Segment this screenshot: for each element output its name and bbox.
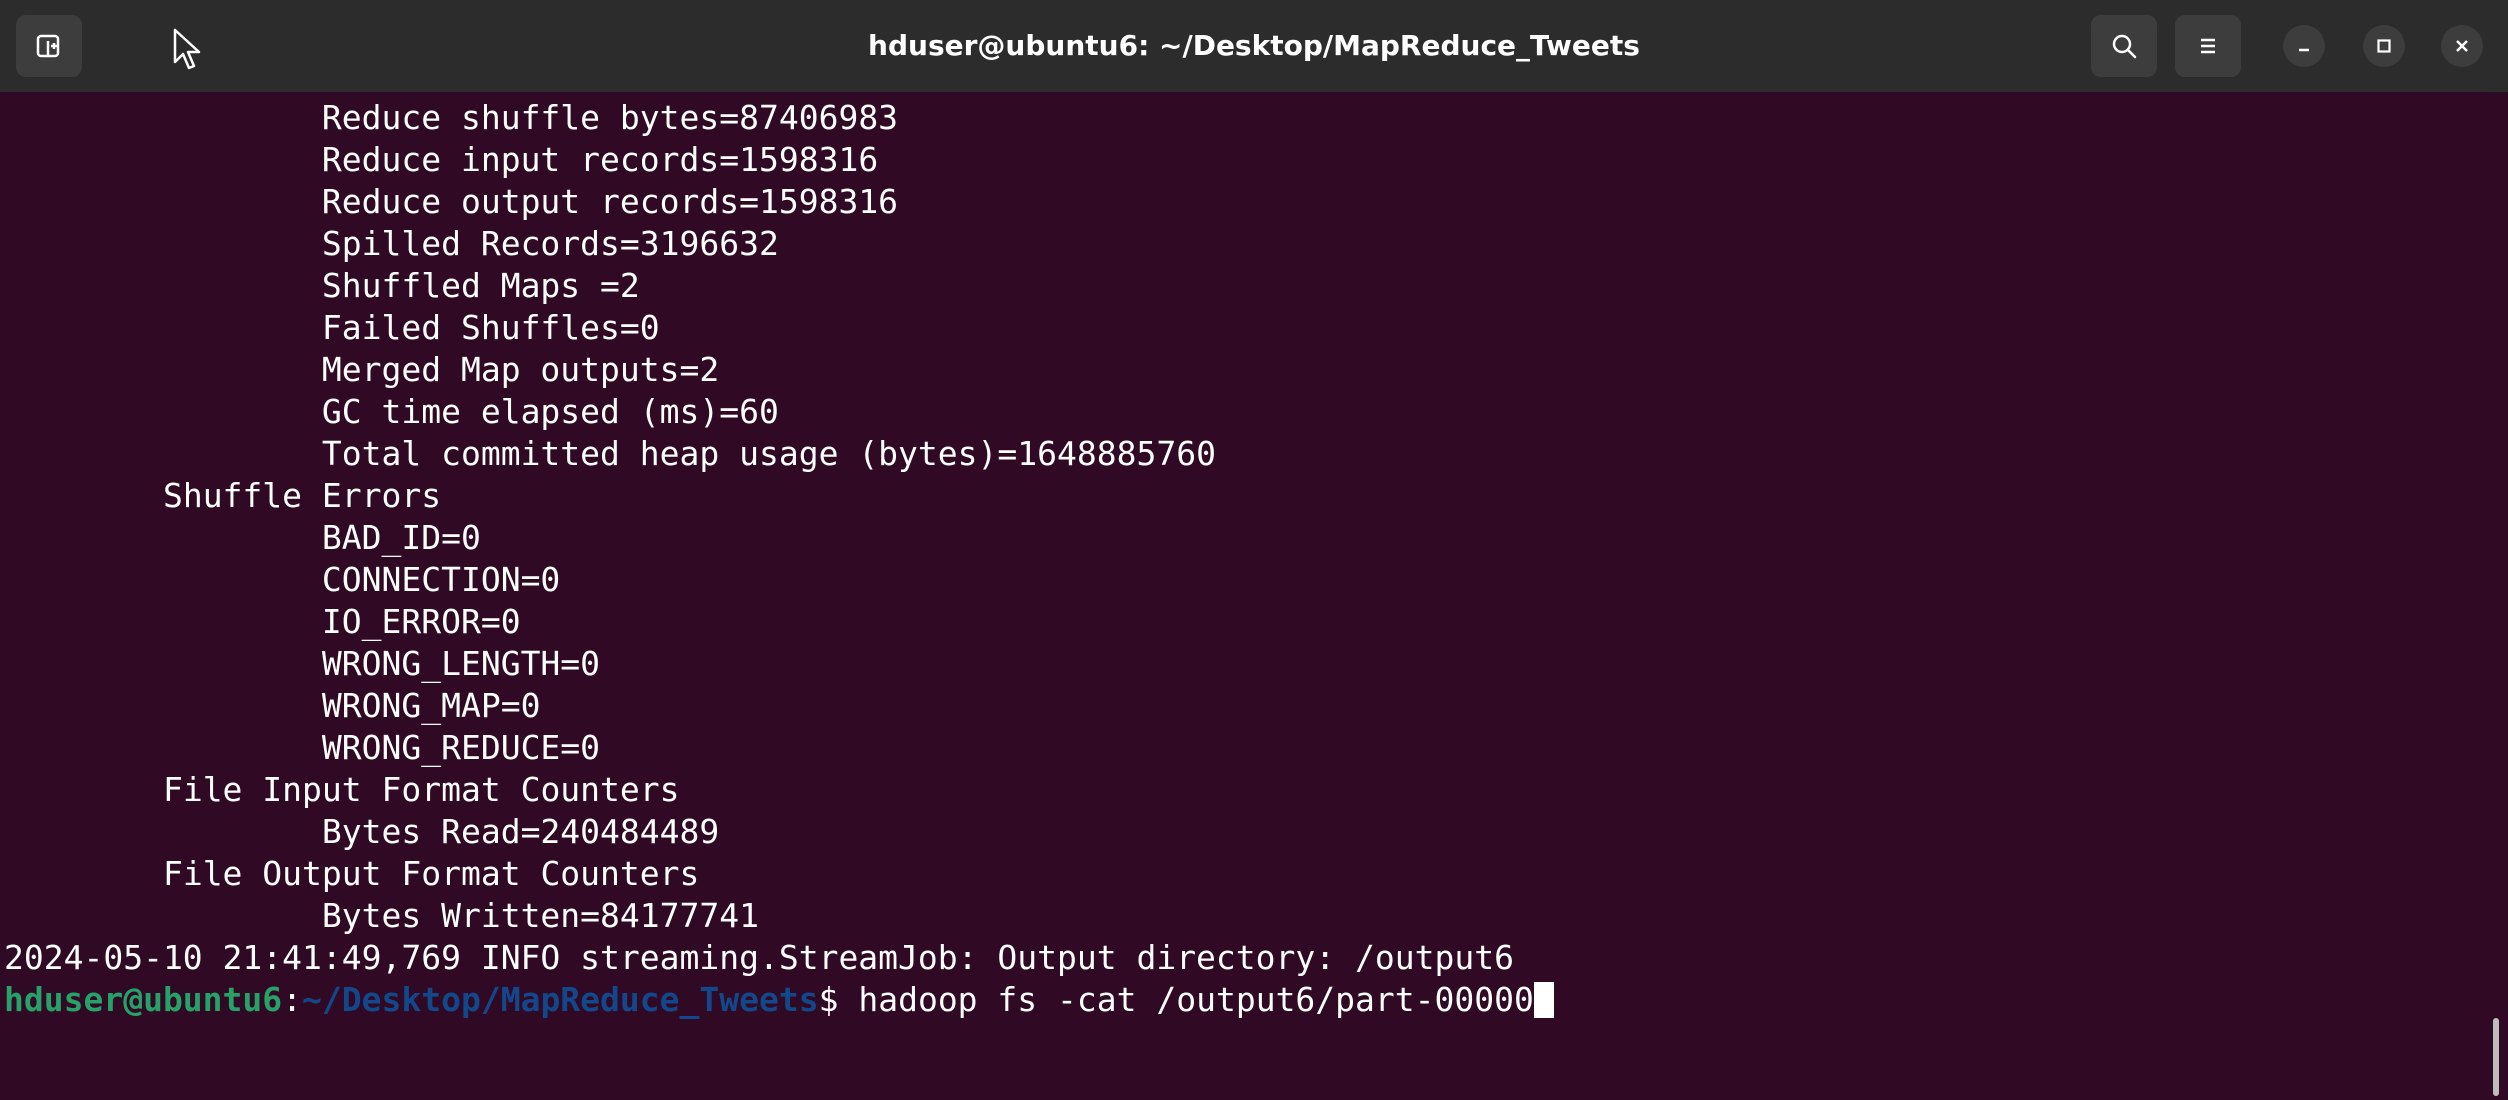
output-line: Reduce output records=1598316 [4,182,899,221]
output-line: IO_ERROR=0 [4,602,521,641]
output-line: Reduce input records=1598316 [4,140,879,179]
output-line: Shuffle Errors [4,476,442,515]
search-icon [2112,34,2137,59]
output-line: Shuffled Maps =2 [4,266,640,305]
output-line: File Input Format Counters [4,770,680,809]
output-line: WRONG_MAP=0 [4,686,541,725]
prompt-colon: : [282,980,303,1019]
close-button[interactable] [2441,25,2483,67]
output-line: WRONG_REDUCE=0 [4,728,601,767]
prompt-line[interactable]: hduser@ubuntu6:~/Desktop/MapReduce_Tweet… [4,979,1554,1021]
terminal-window: hduser@ubuntu6: ~/Desktop/MapReduce_Twee… [0,0,2508,1100]
output-line: 2024-05-10 21:41:49,769 INFO streaming.S… [4,938,1514,977]
new-tab-icon [36,34,60,58]
prompt-symbol: $ [818,980,859,1019]
minimize-icon [2299,48,2309,52]
command-input[interactable]: hadoop fs -cat /output6/part-00000 [858,980,1534,1019]
text-cursor [1533,981,1554,1018]
output-line: Failed Shuffles=0 [4,308,660,347]
output-line: Bytes Written=84177741 [4,896,759,935]
output-line: File Output Format Counters [4,854,700,893]
output-line: Spilled Records=3196632 [4,224,779,263]
maximize-button[interactable] [2363,25,2405,67]
output-line: BAD_ID=0 [4,518,481,557]
scrollbar-thumb[interactable] [2493,1018,2499,1096]
prompt-path: ~/Desktop/MapReduce_Tweets [302,980,819,1019]
mouse-pointer-icon [173,28,201,70]
output-line: Bytes Read=240484489 [4,812,720,851]
minimize-button[interactable] [2283,25,2325,67]
prompt-user-host: hduser@ubuntu6 [4,980,283,1019]
close-icon [2456,40,2468,52]
output-line: WRONG_LENGTH=0 [4,644,601,683]
output-line: Merged Map outputs=2 [4,350,720,389]
menu-button[interactable] [2175,15,2241,77]
output-line: CONNECTION=0 [4,560,561,599]
output-line: Reduce shuffle bytes=87406983 [4,98,899,137]
title-bar: hduser@ubuntu6: ~/Desktop/MapReduce_Twee… [0,0,2508,93]
hamburger-menu-icon [2201,38,2215,54]
search-button[interactable] [2091,15,2157,77]
output-line: GC time elapsed (ms)=60 [4,392,779,431]
new-tab-button[interactable] [16,15,82,77]
output-line: Total committed heap usage (bytes)=16488… [4,434,1216,473]
terminal-output[interactable]: Reduce shuffle bytes=87406983 Reduce inp… [0,92,2490,1100]
maximize-icon [2377,39,2391,53]
